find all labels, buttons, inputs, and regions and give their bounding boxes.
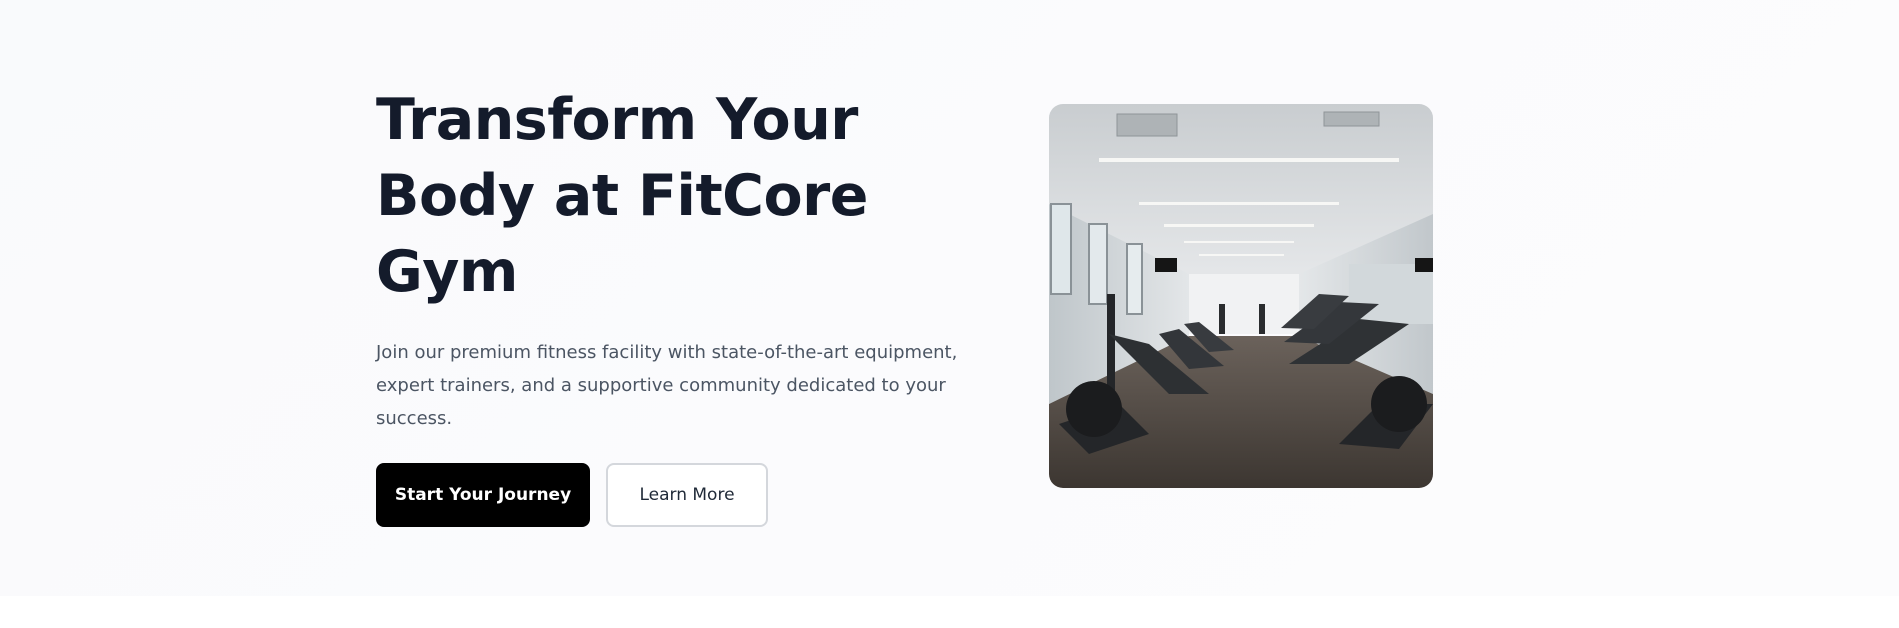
learn-more-button[interactable]: Learn More: [606, 463, 768, 527]
hero-description: Join our premium fitness facility with s…: [376, 342, 958, 429]
page-bottom: [0, 596, 1899, 628]
hero-content: Transform Your Body at FitCore Gym Join …: [376, 82, 976, 527]
hero-actions: Start Your Journey Learn More: [376, 463, 976, 527]
hero-title: Transform Your Body at FitCore Gym: [376, 87, 868, 305]
start-journey-button[interactable]: Start Your Journey: [376, 463, 590, 527]
hero-section: Transform Your Body at FitCore Gym Join …: [0, 0, 1899, 596]
gym-interior-image: [1049, 104, 1433, 488]
